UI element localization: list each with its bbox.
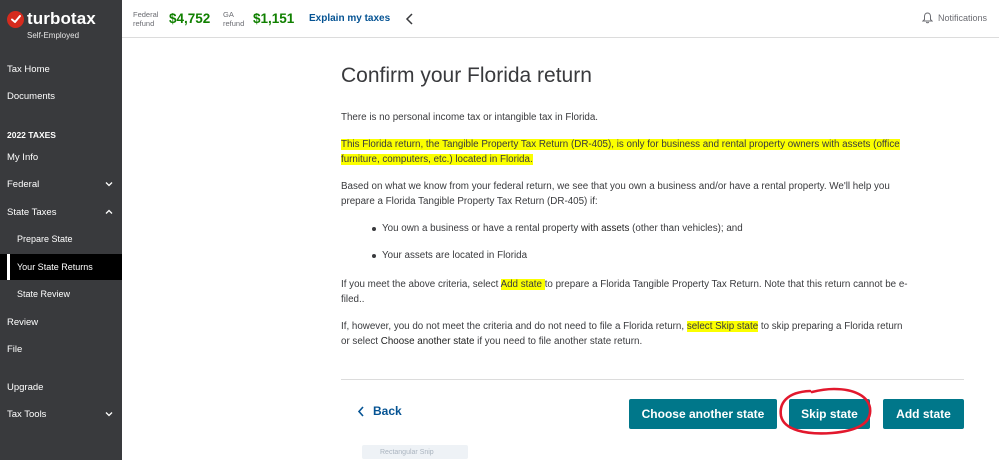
bullet-emphasis: with assets (580, 223, 630, 234)
sidebar-item-label: State Review (17, 289, 71, 299)
top-header: Federal refund $4,752 GA refund $1,151 E… (122, 0, 999, 38)
sidebar-item-label: File (7, 343, 23, 355)
text-part: If, however, you do not meet the criteri… (341, 321, 687, 332)
brand-edition: Self-Employed (27, 31, 80, 40)
bell-icon (921, 12, 933, 24)
sidebar-item-label: Tax Tools (7, 408, 47, 420)
sidebar-item-label: Documents (7, 90, 56, 102)
sidebar-item-federal[interactable]: Federal (0, 171, 122, 197)
sidebar-item-prepare-state[interactable]: Prepare State (0, 226, 122, 252)
paragraph-federal-return: Based on what we know from your federal … (341, 181, 890, 207)
sidebar-item-tax-home[interactable]: Tax Home (0, 56, 122, 82)
chevron-left-icon[interactable] (404, 12, 416, 26)
sidebar-item-label: Upgrade (7, 381, 44, 393)
sidebar-item-tax-tools[interactable]: Tax Tools (0, 401, 122, 427)
state-refund-label-line2: refund (223, 19, 245, 28)
sidebar-item-label: Federal (7, 178, 40, 190)
federal-refund-label: Federal refund (133, 10, 158, 28)
paragraph-florida-return: This Florida return, the Tangible Proper… (341, 137, 911, 167)
chevron-up-icon (104, 207, 114, 217)
paragraph-add-state: If you meet the above criteria, select A… (341, 277, 911, 307)
bullet-business-assets: You own a business or have a rental prop… (372, 223, 743, 234)
choose-another-state-text: Choose another state (380, 336, 475, 347)
notifications-label: Notifications (937, 13, 987, 23)
bullet-dot (372, 253, 376, 258)
sidebar-item-review[interactable]: Review (0, 309, 122, 335)
checkmark-icon (7, 10, 24, 28)
sidebar-item-file[interactable]: File (0, 336, 122, 362)
federal-refund-amount[interactable]: $4,752 (169, 11, 210, 26)
bullet-text-part: (other than vehicles); and (629, 223, 743, 234)
chevron-left-icon (357, 405, 364, 417)
sidebar-section-heading: 2022 TAXES (7, 130, 56, 140)
highlighted-add-state: Add state (500, 279, 545, 290)
sidebar-item-state-review[interactable]: State Review (0, 281, 122, 307)
federal-refund-label-line2: refund (133, 19, 155, 28)
turbotax-logo[interactable]: turbotax (7, 9, 96, 29)
bullet-text: You own a business or have a rental prop… (382, 223, 743, 234)
text-part: if you need to file another state return… (474, 336, 643, 347)
paragraph-no-income-tax: There is no personal income tax or intan… (341, 112, 599, 123)
page-title: Confirm your Florida return (341, 64, 592, 87)
sidebar-item-label: Tax Home (7, 63, 50, 75)
sidebar-item-label: Review (7, 316, 39, 328)
sidebar-item-label: Prepare State (17, 234, 73, 244)
sidebar-item-label: State Taxes (7, 206, 57, 218)
bullet-text: Your assets are located in Florida (382, 250, 528, 261)
skip-state-button[interactable]: Skip state (789, 399, 870, 429)
sidebar-item-label: My Info (7, 151, 39, 163)
divider (341, 379, 964, 380)
state-refund-label-line1: GA (223, 10, 234, 19)
highlighted-skip-state: select Skip state (686, 321, 759, 332)
explain-my-taxes-link[interactable]: Explain my taxes (309, 13, 390, 24)
chevron-down-icon (104, 179, 114, 189)
notifications-button[interactable]: Notifications (921, 12, 987, 24)
bullet-text-part: You own a business or have a rental prop… (382, 223, 581, 234)
highlighted-text: This Florida return, the Tangible Proper… (341, 139, 900, 165)
text-part: If you meet the above criteria, select (341, 279, 501, 290)
bullet-assets-location: Your assets are located in Florida (372, 250, 527, 261)
sidebar-item-your-state-returns[interactable]: Your State Returns (0, 254, 122, 280)
state-refund-amount[interactable]: $1,151 (253, 11, 294, 26)
sidebar-item-label: Your State Returns (17, 262, 93, 272)
sidebar-item-my-info[interactable]: My Info (0, 144, 122, 170)
sidebar-item-documents[interactable]: Documents (0, 83, 122, 109)
brand-name: turbotax (27, 9, 96, 28)
back-button[interactable]: Back (357, 404, 402, 418)
federal-refund-label-line1: Federal (133, 10, 159, 19)
snip-tool-tooltip: Rectangular Snip (362, 445, 468, 459)
chevron-down-icon (104, 409, 114, 419)
state-refund-label: GA refund (223, 10, 244, 28)
sidebar-item-state-taxes[interactable]: State Taxes (0, 199, 122, 225)
sidebar-item-upgrade[interactable]: Upgrade (0, 374, 122, 400)
bullet-dot (372, 226, 376, 231)
sidebar: turbotax Self-Employed Tax Home Document… (0, 0, 122, 460)
add-state-button[interactable]: Add state (883, 399, 964, 429)
back-label: Back (373, 404, 402, 418)
paragraph-skip-state: If, however, you do not meet the criteri… (341, 319, 911, 349)
choose-another-state-button[interactable]: Choose another state (629, 399, 777, 429)
